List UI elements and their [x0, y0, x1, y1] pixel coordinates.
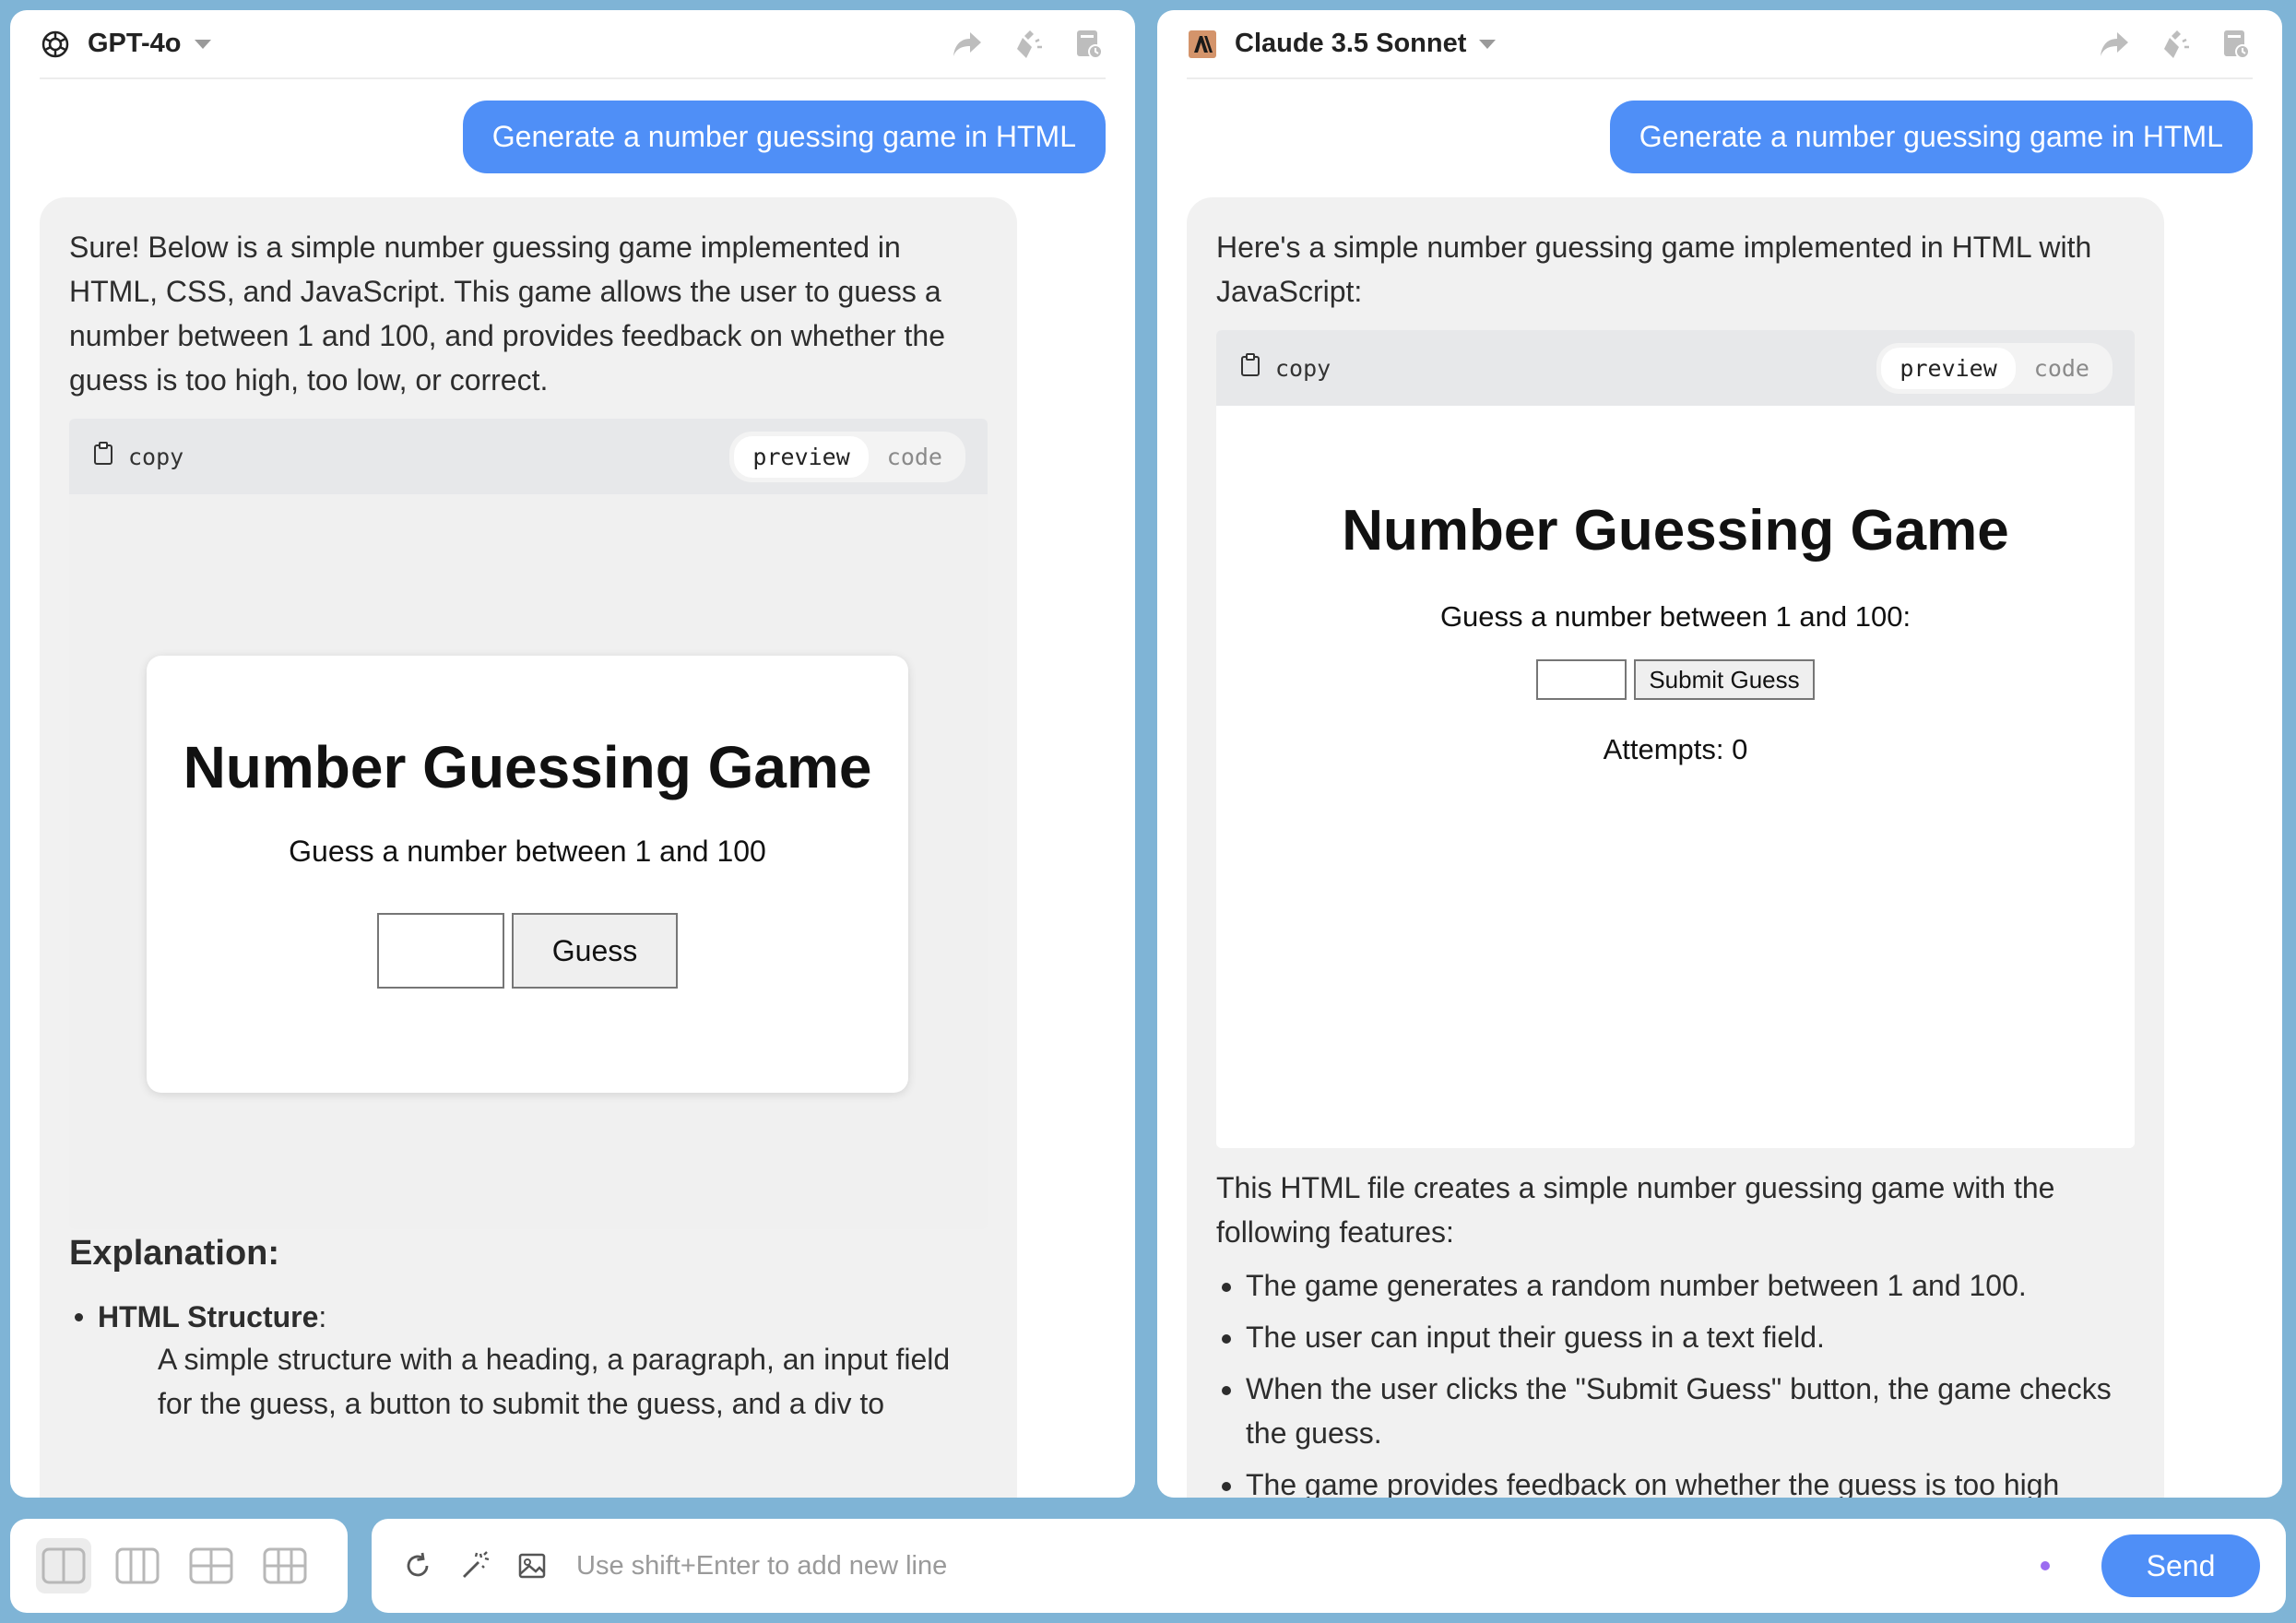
- user-message-bubble: Generate a number guessing game in HTML: [1609, 101, 2253, 173]
- tab-code[interactable]: code: [869, 436, 961, 478]
- code-block: copy preview code Number Guessing Game G…: [69, 419, 988, 1229]
- layout-4-icon[interactable]: [257, 1538, 313, 1593]
- game-instructions: Guess a number between 1 and 100:: [1439, 600, 1911, 633]
- attempts-counter: Attempts: 0: [1603, 733, 1748, 765]
- list-item: The game generates a random number betwe…: [1246, 1263, 2138, 1308]
- summary-section: This HTML file creates a simple number g…: [1216, 1166, 2138, 1498]
- explanation-bullet-text: A simple structure with a heading, a par…: [158, 1343, 951, 1420]
- game-instructions: Guess a number between 1 and 100: [289, 835, 766, 868]
- status-dot: [2041, 1561, 2050, 1570]
- bullet-dot: [75, 1313, 83, 1321]
- user-message-bubble: Generate a number guessing game in HTML: [462, 101, 1106, 173]
- clean-icon[interactable]: [2159, 28, 2192, 61]
- explanation-bullet: HTML Structure:: [69, 1300, 326, 1334]
- list-item: The game provides feedback on whether th…: [1246, 1463, 2138, 1498]
- game-input-row: Guess: [147, 913, 908, 989]
- layout-1-icon[interactable]: [36, 1538, 91, 1593]
- tab-preview[interactable]: preview: [734, 435, 869, 478]
- list-item: When the user clicks the "Submit Guess" …: [1246, 1367, 2138, 1455]
- guess-input[interactable]: [377, 913, 504, 989]
- preview-code-toggle: preview code: [1876, 342, 2113, 394]
- assistant-message: Sure! Below is a simple number guessing …: [40, 197, 1017, 1498]
- header-actions: [951, 28, 1106, 61]
- code-toolbar: copy preview code: [1216, 330, 2135, 406]
- guess-button[interactable]: Guess: [512, 913, 678, 989]
- game-card: Number Guessing Game Guess a number betw…: [147, 656, 908, 1093]
- history-icon[interactable]: [1072, 28, 1106, 61]
- send-button[interactable]: Send: [2101, 1534, 2260, 1597]
- image-icon[interactable]: [514, 1547, 550, 1584]
- bullet-title: HTML Structure: [98, 1300, 319, 1333]
- game-title: Number Guessing Game: [1342, 499, 2009, 563]
- clipboard-icon: [93, 442, 113, 471]
- list-item: The user can input their guess in a text…: [1246, 1315, 2138, 1359]
- refresh-icon[interactable]: [399, 1547, 436, 1584]
- submit-guess-button[interactable]: Submit Guess: [1634, 659, 1815, 700]
- right-chat-pane: Claude 3.5 Sonnet Generate a number gues…: [1157, 10, 2282, 1498]
- chevron-down-icon[interactable]: [194, 39, 211, 49]
- guess-input[interactable]: [1536, 659, 1627, 700]
- preview-code-toggle: preview code: [729, 431, 965, 482]
- copy-label: copy: [128, 443, 184, 470]
- game-input-row: Submit Guess: [1216, 659, 2135, 700]
- html-preview-frame: Number Guessing Game Guess a number betw…: [1216, 406, 2135, 1148]
- model-name[interactable]: Claude 3.5 Sonnet: [1235, 29, 1466, 59]
- left-pane-header: GPT-4o: [40, 10, 1106, 79]
- code-block: copy preview code Number Guessing Game G…: [1216, 330, 2135, 1148]
- layout-3-icon[interactable]: [183, 1538, 239, 1593]
- history-icon[interactable]: [2219, 28, 2253, 61]
- openai-logo-icon: [40, 29, 71, 60]
- assistant-intro-text: Sure! Below is a simple number guessing …: [69, 231, 945, 397]
- share-icon[interactable]: [951, 28, 984, 61]
- share-icon[interactable]: [2098, 28, 2131, 61]
- magic-wand-icon[interactable]: [456, 1547, 493, 1584]
- prompt-input[interactable]: [574, 1549, 2041, 1582]
- assistant-message: Here's a simple number guessing game imp…: [1187, 197, 2164, 1498]
- feature-list: The game generates a random number betwe…: [1216, 1263, 2138, 1498]
- copy-button[interactable]: copy: [93, 442, 183, 471]
- clipboard-icon: [1240, 353, 1260, 383]
- game-title: Number Guessing Game: [183, 734, 872, 800]
- summary-intro: This HTML file creates a simple number g…: [1216, 1171, 2055, 1249]
- header-actions: [2098, 28, 2253, 61]
- copy-label: copy: [1275, 354, 1331, 382]
- bullet-colon: :: [318, 1300, 327, 1333]
- chevron-down-icon[interactable]: [1479, 39, 1497, 49]
- tab-code[interactable]: code: [2016, 348, 2108, 389]
- right-pane-header: Claude 3.5 Sonnet: [1187, 10, 2253, 79]
- explanation-heading: Explanation:: [69, 1234, 280, 1273]
- html-preview-frame: Number Guessing Game Guess a number betw…: [69, 494, 988, 1229]
- layout-switcher: [10, 1519, 348, 1613]
- anthropic-logo-icon: [1187, 29, 1218, 60]
- assistant-intro-text: Here's a simple number guessing game imp…: [1216, 231, 2092, 308]
- model-name[interactable]: GPT-4o: [88, 29, 182, 59]
- left-chat-pane: GPT-4o Generate a number guessing game i…: [10, 10, 1135, 1498]
- layout-2-icon[interactable]: [110, 1538, 165, 1593]
- code-toolbar: copy preview code: [69, 419, 988, 494]
- copy-button[interactable]: copy: [1240, 353, 1331, 383]
- message-composer: Send: [372, 1519, 2286, 1613]
- tab-preview[interactable]: preview: [1881, 347, 2016, 389]
- clean-icon[interactable]: [1012, 28, 1045, 61]
